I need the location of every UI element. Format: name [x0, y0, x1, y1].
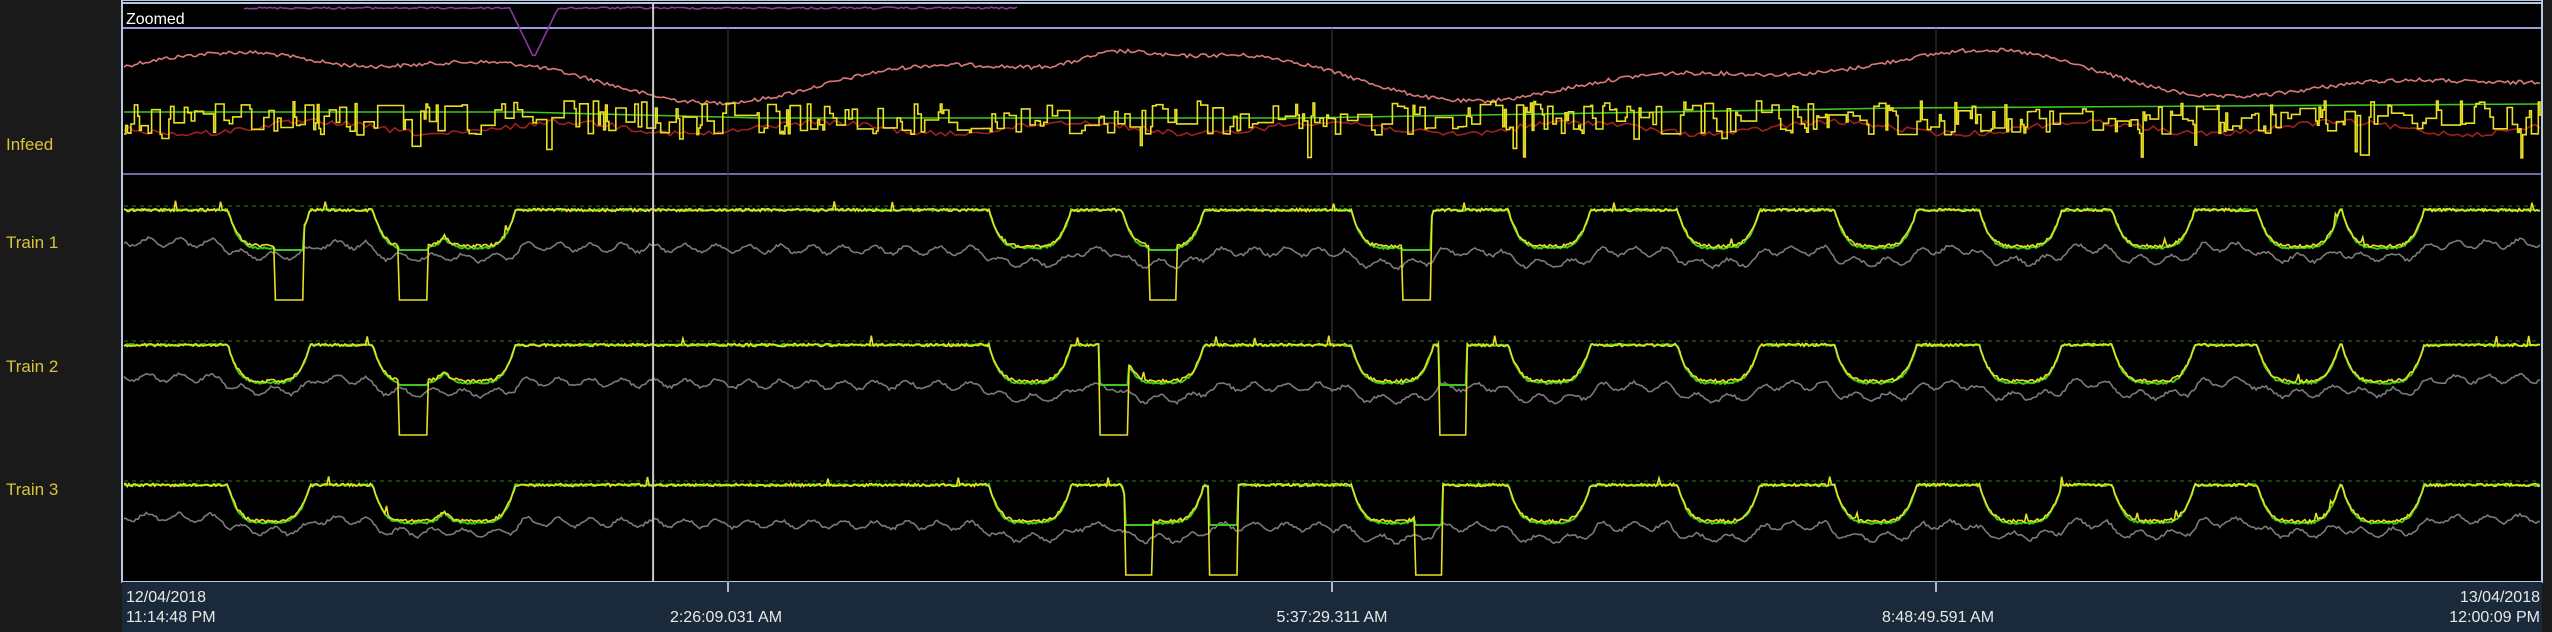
trend-chart-window: Zoomed Infeed Train 1 Train 2 Train 3 12… — [0, 0, 2552, 632]
trend-chart[interactable]: Zoomed Infeed Train 1 Train 2 Train 3 12… — [0, 0, 2552, 632]
zoom-strip[interactable] — [121, 2, 2543, 29]
panel-label-train-3: Train 3 — [6, 480, 58, 499]
panel-label-train-2: Train 2 — [6, 357, 58, 376]
x-tick-time-2: 5:37:29.311 AM — [1277, 609, 1388, 626]
x-tick-date-start: 12/04/2018 — [126, 589, 206, 606]
x-tick-time-end: 12:00:09 PM — [2449, 609, 2540, 626]
zoomed-label: Zoomed — [126, 11, 185, 28]
panel-label-train-1: Train 1 — [6, 233, 58, 252]
panel-label-infeed: Infeed — [6, 135, 53, 154]
x-tick-date-end: 13/04/2018 — [2460, 589, 2540, 606]
x-tick-time-1: 2:26:09.031 AM — [670, 609, 782, 626]
x-tick-time-start: 11:14:48 PM — [126, 609, 216, 626]
x-tick-time-3: 8:48:49.591 AM — [1882, 609, 1994, 626]
